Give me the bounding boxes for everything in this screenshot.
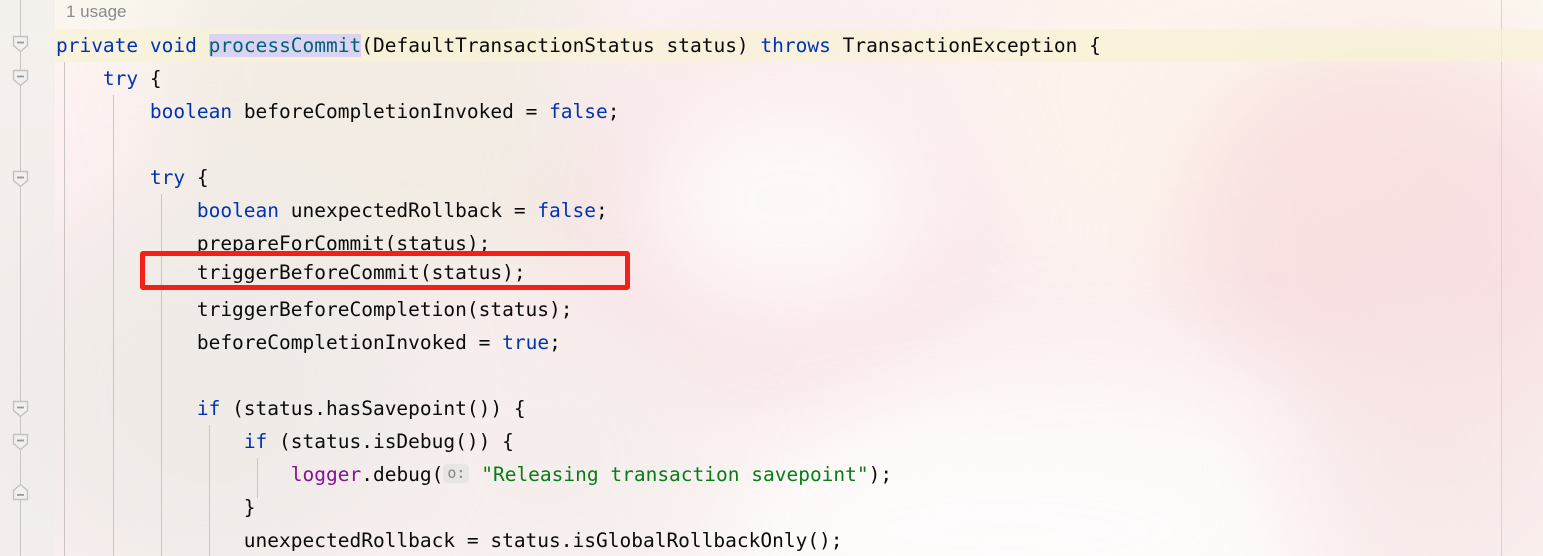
code-line[interactable]: triggerBeforeCommit(status); — [0, 256, 1543, 289]
code-token: triggerBeforeCommit(status); — [9, 261, 526, 284]
code-editor-surface[interactable]: 1 usage private void processCommit(Defau… — [0, 0, 1543, 556]
code-line[interactable]: boolean unexpectedRollback = false; — [0, 194, 1543, 227]
highlighted-identifier: processCommit — [208, 34, 362, 57]
code-token: ; — [596, 199, 608, 222]
code-token: unexpectedRollback = — [279, 199, 538, 222]
inline-parameter-hint[interactable]: o: — [443, 464, 470, 483]
code-token: boolean — [149, 100, 233, 123]
code-token: if — [243, 430, 268, 453]
code-token: beforeCompletionInvoked = — [232, 100, 550, 123]
code-line[interactable]: triggerBeforeCompletion(status); — [0, 293, 1543, 326]
code-token: "Releasing transaction savepoint" — [481, 463, 869, 486]
code-line[interactable]: logger.debug(o: "Releasing transaction s… — [0, 458, 1543, 491]
code-token: (DefaultTransactionStatus status) — [361, 34, 761, 57]
code-token: prepareForCommit(status); — [9, 232, 491, 255]
code-line[interactable]: beforeCompletionInvoked = true; — [0, 326, 1543, 359]
code-token: { — [185, 166, 209, 189]
editor-window: 1 usage private void processCommit(Defau… — [0, 0, 1543, 556]
code-token: if — [196, 397, 221, 420]
code-line[interactable]: } — [0, 491, 1543, 524]
code-token: throws — [760, 34, 831, 57]
code-token: boolean — [196, 199, 280, 222]
code-token: true — [502, 331, 550, 354]
code-token: .debug( — [361, 463, 444, 486]
code-token: } — [9, 496, 256, 519]
code-token: TransactionException { — [830, 34, 1101, 57]
code-line[interactable]: boolean beforeCompletionInvoked = false; — [0, 95, 1543, 128]
code-token: ); — [868, 463, 893, 486]
code-token: (status.isDebug()) { — [267, 430, 514, 453]
code-token: { — [138, 67, 162, 90]
code-token: try — [149, 166, 186, 189]
code-token: false — [537, 199, 597, 222]
code-line[interactable]: if (status.isDebug()) { — [0, 425, 1543, 458]
code-token: triggerBeforeCompletion(status); — [9, 298, 573, 321]
code-line[interactable]: unexpectedRollback = status.isGlobalRoll… — [0, 524, 1543, 556]
code-vision-usage-hint[interactable]: 1 usage — [66, 2, 127, 22]
code-token: (status.hasSavepoint()) { — [220, 397, 526, 420]
code-token: unexpectedRollback = status.isGlobalRoll… — [9, 529, 843, 552]
code-token: logger — [290, 463, 362, 486]
code-line[interactable]: try { — [0, 161, 1543, 194]
code-line[interactable]: if (status.hasSavepoint()) { — [0, 392, 1543, 425]
code-token: ; — [549, 331, 561, 354]
code-line[interactable]: try { — [0, 62, 1543, 95]
code-token: void — [149, 34, 197, 57]
code-token: beforeCompletionInvoked = — [9, 331, 503, 354]
code-token: private — [55, 34, 139, 57]
code-token: ; — [607, 100, 620, 123]
code-line[interactable]: private void processCommit(DefaultTransa… — [0, 29, 1543, 62]
code-token: try — [102, 67, 139, 90]
code-token: false — [549, 100, 608, 123]
